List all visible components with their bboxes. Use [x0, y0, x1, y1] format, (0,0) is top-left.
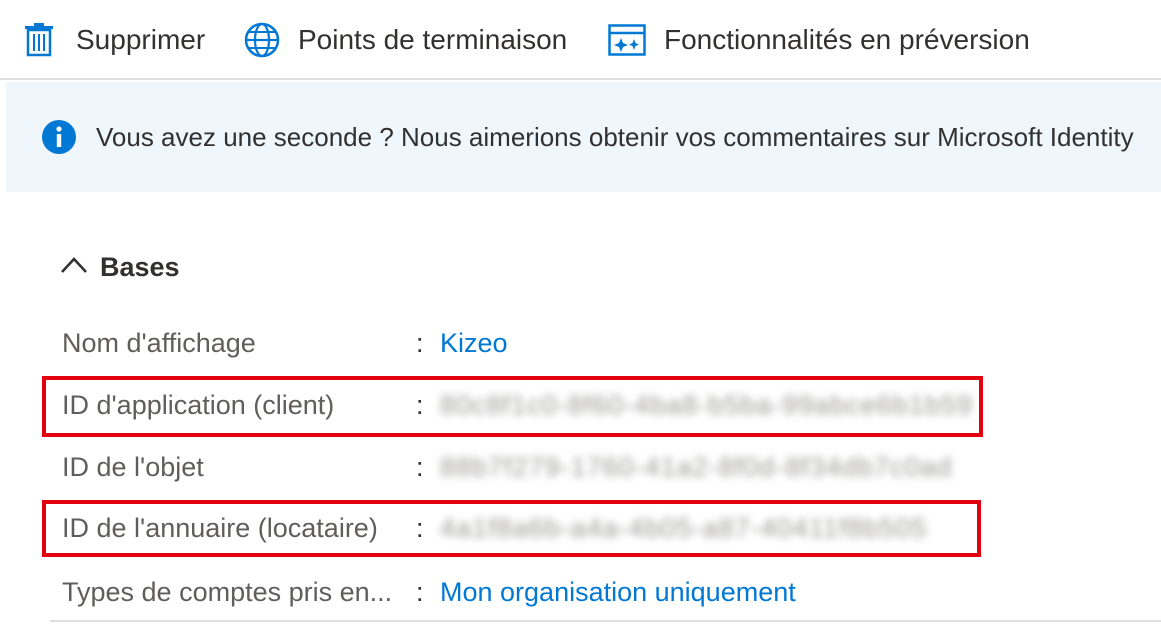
preview-features-button[interactable]: Fonctionnalités en préversion: [608, 0, 1030, 80]
divider: [50, 620, 1161, 622]
property-label: ID de l'objet: [62, 452, 204, 482]
preview-window-icon: [608, 24, 646, 56]
object-id-value: 88b7f279-1760-41a2-8f0d-8f34db7c0ad: [440, 452, 953, 482]
feedback-banner-message: Vous avez une seconde ? Nous aimerions o…: [96, 122, 1134, 152]
trash-icon: [24, 23, 54, 57]
highlight-box-application-id: [42, 376, 983, 437]
delete-button-label: Supprimer: [76, 24, 206, 55]
endpoints-button[interactable]: Points de terminaison: [244, 0, 567, 80]
account-types-link[interactable]: Mon organisation uniquement: [440, 577, 796, 608]
endpoints-button-label: Points de terminaison: [298, 24, 568, 55]
info-icon: [42, 120, 76, 159]
delete-button[interactable]: Supprimer: [24, 0, 205, 80]
feedback-banner: Vous avez une seconde ? Nous aimerions o…: [6, 82, 1161, 192]
property-row-object-id: ID de l'objet : 88b7f279-1760-41a2-8f0d-…: [62, 448, 1062, 488]
display-name-link[interactable]: Kizeo: [440, 328, 508, 359]
globe-icon: [244, 22, 280, 58]
property-label: Types de comptes pris en...: [62, 577, 393, 607]
section-title: Bases: [100, 252, 180, 282]
property-colon: :: [416, 328, 424, 358]
property-row-display-name: Nom d'affichage : Kizeo: [62, 324, 1062, 364]
command-bar: Supprimer Points de terminaison Fonction…: [0, 0, 1161, 80]
preview-features-button-label: Fonctionnalités en préversion: [664, 24, 1030, 55]
essentials-section-toggle[interactable]: Bases: [60, 252, 180, 283]
property-label: Nom d'affichage: [62, 328, 256, 358]
property-colon: :: [416, 577, 424, 607]
highlight-box-tenant-id: [42, 500, 981, 557]
chevron-up-icon: [60, 256, 88, 279]
property-colon: :: [416, 452, 424, 482]
property-row-account-types: Types de comptes pris en... : Mon organi…: [62, 573, 1062, 613]
